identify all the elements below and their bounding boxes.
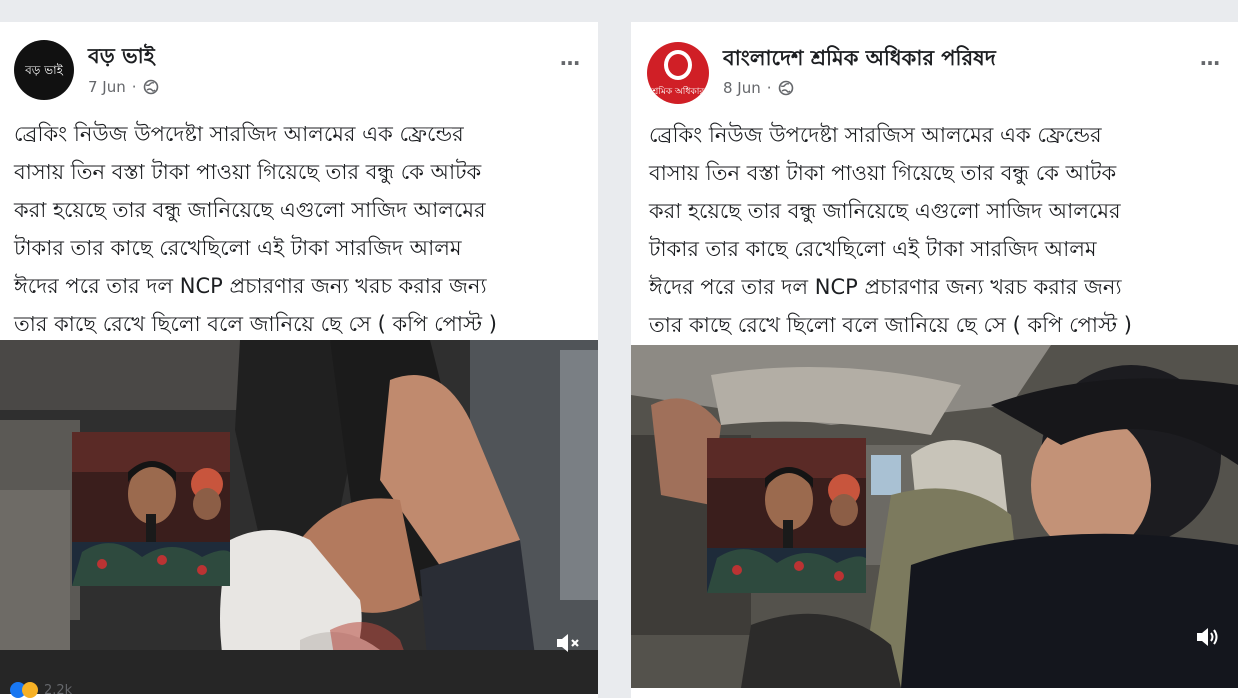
post-text-line: করা হয়েছে তার বন্ধু জানিয়েছে এগুলো সাজ…	[649, 199, 1121, 223]
muted-speaker-icon[interactable]	[554, 630, 580, 656]
post-text-line: টাকার তার কাছে রেখেছিলো এই টাকা সারজিদ আ…	[649, 237, 1097, 261]
reactions-bar: 2.2k	[10, 676, 72, 698]
post-video[interactable]	[631, 345, 1238, 688]
reaction-count[interactable]: 2.2k	[44, 683, 72, 698]
globe-icon	[778, 80, 793, 96]
post-text-line: বাসায় তিন বস্তা টাকা পাওয়া গিয়েছে তার…	[649, 161, 1117, 185]
fist-logo-icon	[664, 50, 692, 80]
post-date[interactable]: 8 Jun	[723, 79, 761, 97]
post-text: ব্রেকিং নিউজ উপদেষ্টা সারজিস আলমের এক ফ্…	[649, 116, 1231, 344]
avatar-logo-text: শ্রমিক অধিকার	[651, 87, 705, 97]
speaker-icon[interactable]	[1194, 624, 1220, 650]
globe-icon	[143, 79, 158, 95]
haha-reaction-icon[interactable]	[22, 682, 38, 698]
post-card-2: শ্রমিক অধিকার বাংলাদেশ শ্রমিক অধিকার পরি…	[631, 22, 1238, 698]
page-name[interactable]: বাংলাদেশ শ্রমিক অধিকার পরিষদ	[723, 42, 996, 77]
page-name[interactable]: বড় ভাই	[88, 40, 155, 75]
page-avatar[interactable]: শ্রমিক অধিকার	[647, 42, 709, 104]
post-text-line: ব্রেকিং নিউজ উপদেষ্টা সারজিস আলমের এক ফ্…	[649, 123, 1102, 147]
post-text-line: টাকার তার কাছে রেখেছিলো এই টাকা সারজিদ আ…	[14, 236, 462, 260]
post-text-line: তার কাছে রেখে ছিলো বলে জানিয়ে ছে সে ( ক…	[649, 313, 1132, 337]
post-card-1: বড় ভাই বড় ভাই 7 Jun · … ব্রেকিং নিউজ উ…	[0, 22, 598, 698]
inset-photo	[72, 432, 230, 586]
more-options-icon[interactable]: …	[1200, 46, 1222, 70]
post-text-line: ঈদের পরে তার দল NCP প্রচারণার জন্য খরচ ক…	[14, 274, 487, 298]
post-text-line: তার কাছে রেখে ছিলো বলে জানিয়ে ছে সে ( ক…	[14, 312, 497, 336]
avatar-logo-text: বড় ভাই	[25, 63, 63, 77]
post-text-line: বাসায় তিন বস্তা টাকা পাওয়া গিয়েছে তার…	[14, 160, 482, 184]
inset-photo	[707, 438, 866, 593]
post-video[interactable]	[0, 340, 598, 694]
post-text-line: ব্রেকিং নিউজ উপদেষ্টা সারজিদ আলমের এক ফ্…	[14, 122, 464, 146]
page-avatar[interactable]: বড় ভাই	[14, 40, 74, 100]
post-text-line: করা হয়েছে তার বন্ধু জানিয়েছে এগুলো সাজ…	[14, 198, 486, 222]
post-date[interactable]: 7 Jun	[88, 78, 126, 96]
post-text-line: ঈদের পরে তার দল NCP প্রচারণার জন্য খরচ ক…	[649, 275, 1122, 299]
post-meta: 7 Jun ·	[88, 78, 159, 96]
more-options-icon[interactable]: …	[560, 46, 582, 70]
post-meta: 8 Jun ·	[723, 79, 794, 97]
post-text: ব্রেকিং নিউজ উপদেষ্টা সারজিদ আলমের এক ফ্…	[14, 115, 589, 343]
